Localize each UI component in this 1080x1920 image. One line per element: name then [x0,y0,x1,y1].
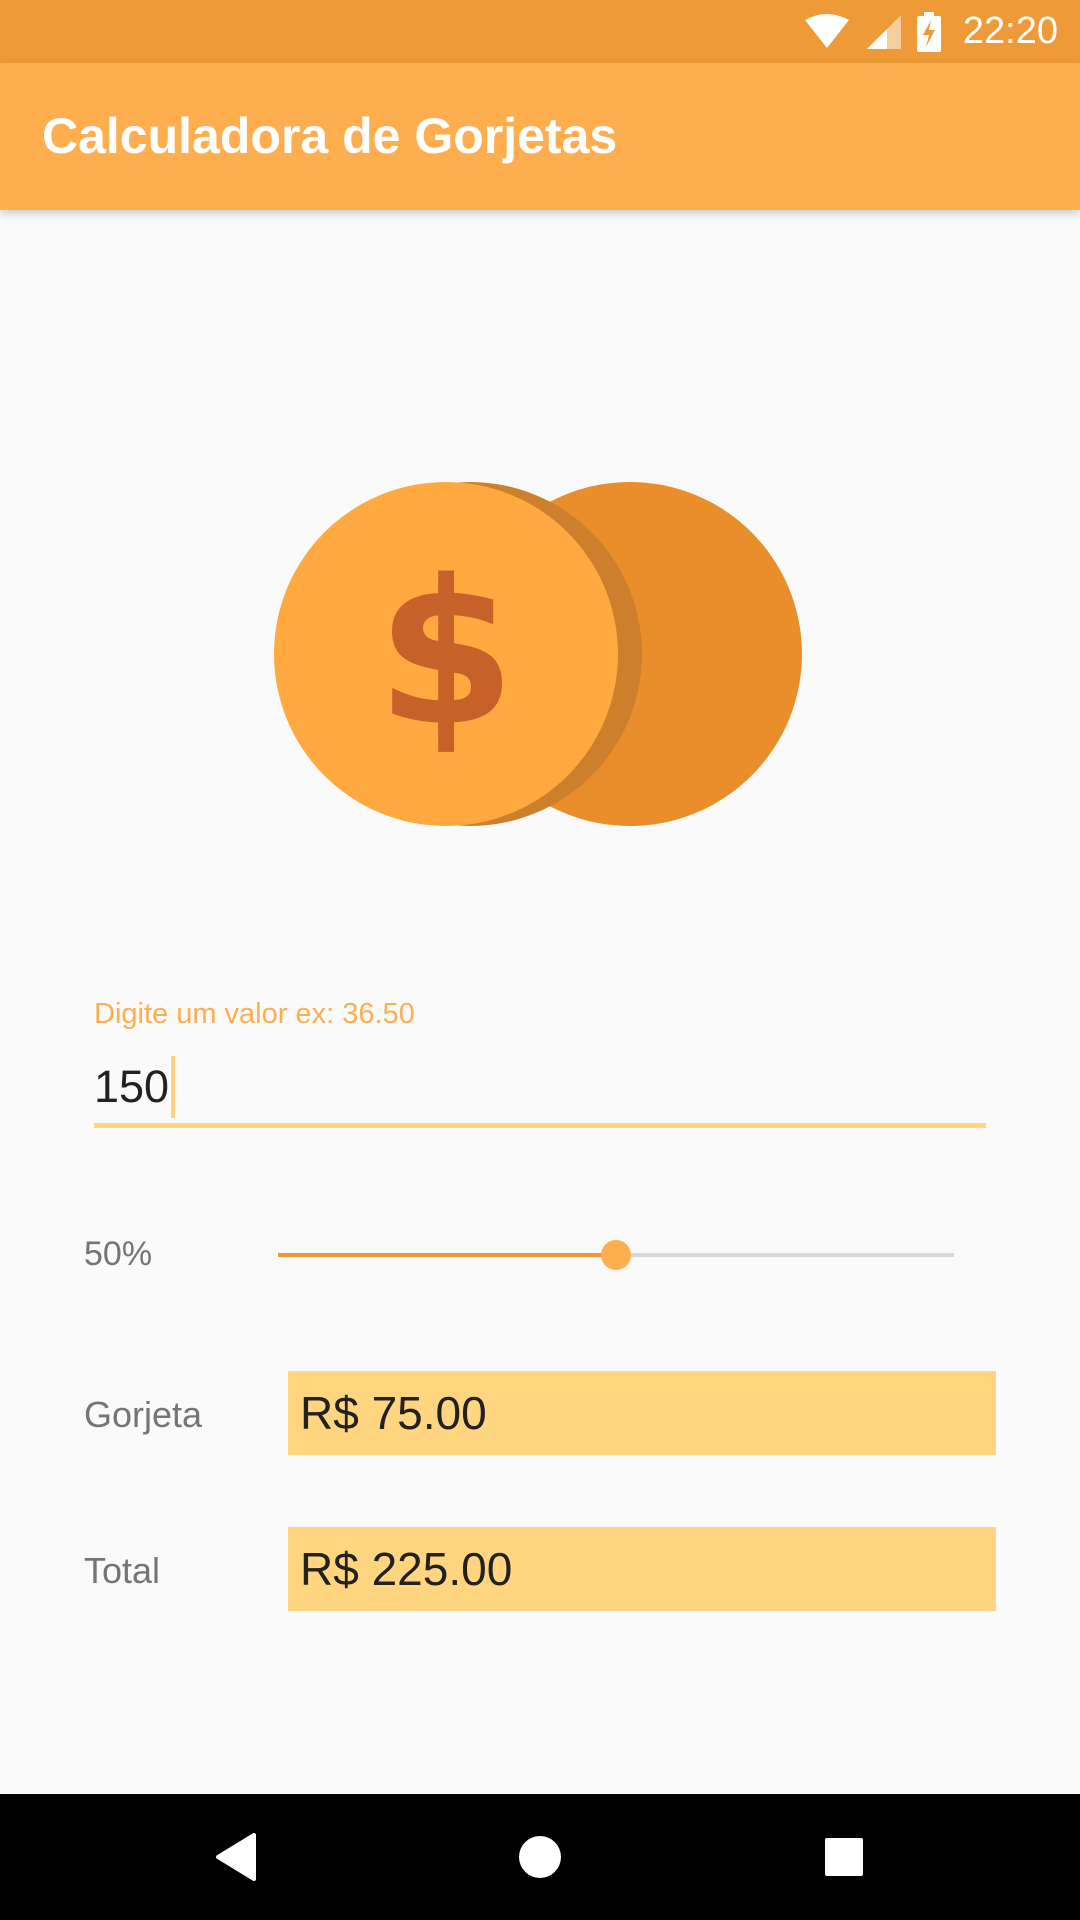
app-bar: Calculadora de Gorjetas [0,63,1080,210]
slider-fill [278,1253,616,1257]
bill-input-underline [94,1123,986,1128]
tip-result-box: R$ 75.00 [288,1371,996,1455]
app-title: Calculadora de Gorjetas [42,108,618,164]
bill-input-value[interactable]: 150 [94,1061,169,1113]
status-bar: 22:20 [0,0,1080,63]
battery-charging-icon [916,11,941,52]
total-value: R$ 225.00 [300,1543,513,1595]
recents-button[interactable] [784,1794,904,1920]
slider-thumb[interactable] [601,1240,631,1270]
wifi-icon [804,13,849,48]
bill-input-label: Digite um valor ex: 36.50 [94,998,415,1030]
coins-dollar-icon: $ [274,482,802,826]
tip-percent-label: 50% [84,1235,153,1273]
home-icon [519,1836,561,1878]
status-time: 22:20 [962,10,1058,52]
tip-label: Gorjeta [84,1394,203,1435]
recents-icon [825,1838,863,1876]
status-icons: 22:20 [803,0,1058,63]
cell-signal-icon [866,14,901,49]
bill-input[interactable]: 150 [94,1056,176,1118]
total-result-box: R$ 225.00 [288,1527,996,1611]
text-cursor [171,1056,176,1118]
tip-value: R$ 75.00 [300,1387,487,1439]
back-icon [216,1833,256,1881]
screen: 22:20 Calculadora de Gorjetas $ Digite u… [0,0,1080,1920]
total-label: Total [84,1550,161,1591]
home-button[interactable] [480,1794,600,1920]
back-button[interactable] [176,1794,296,1920]
dollar-sign: $ [376,538,515,771]
nav-bar [0,1794,1080,1920]
tip-slider[interactable] [278,1240,954,1270]
